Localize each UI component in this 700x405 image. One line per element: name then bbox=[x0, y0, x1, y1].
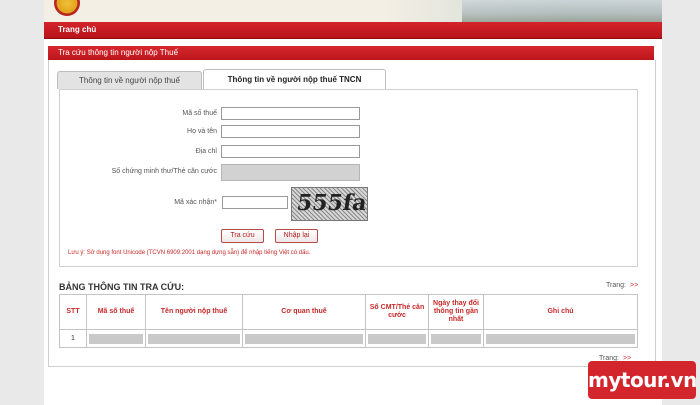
cell-tax-office bbox=[242, 329, 366, 348]
col-notes: Ghi chú bbox=[483, 294, 638, 330]
col-tax-code: Mã số thuế bbox=[86, 294, 146, 330]
col-tax-office: Cơ quan thuế bbox=[242, 294, 366, 330]
col-id-number: Số CMT/Thẻ căn cước bbox=[365, 294, 429, 330]
redacted-bar bbox=[368, 333, 426, 344]
results-title: BẢNG THÔNG TIN TRA CỨU: bbox=[59, 282, 185, 292]
cell-last-changed bbox=[428, 329, 484, 348]
cell-id-number bbox=[365, 329, 429, 348]
search-button[interactable]: Tra cứu bbox=[221, 229, 264, 243]
banner-scenery bbox=[462, 0, 662, 22]
next-page-link[interactable]: >> bbox=[630, 282, 638, 289]
col-stt: STT bbox=[59, 294, 87, 330]
unicode-note: Lưu ý: Sử dụng font Unicode (TCVN 6909:2… bbox=[68, 250, 311, 256]
header-banner bbox=[44, 0, 662, 22]
col-last-changed: Ngày thay đổi thông tin gần nhất bbox=[428, 294, 484, 330]
cell-stt: 1 bbox=[59, 329, 87, 348]
id-number-input[interactable] bbox=[221, 164, 360, 181]
address-label: Địa chỉ bbox=[195, 148, 217, 155]
cell-taxpayer-name bbox=[145, 329, 243, 348]
page-label: Trang: bbox=[606, 282, 626, 289]
table-header-row: STT Mã số thuế Tên người nộp thuế Cơ qua… bbox=[59, 294, 638, 330]
tab-taxpayer-info[interactable]: Thông tin về người nộp thuế bbox=[57, 71, 202, 89]
captcha-input[interactable] bbox=[222, 196, 288, 209]
section-title: Tra cứu thông tin người nộp Thuế bbox=[58, 48, 179, 57]
reset-button[interactable]: Nhập lại bbox=[275, 229, 318, 243]
redacted-bar bbox=[245, 333, 363, 344]
pager-top: Trang: >> bbox=[606, 282, 638, 289]
top-nav: Trang chủ bbox=[44, 22, 662, 39]
captcha-text: 555fa bbox=[295, 190, 368, 216]
redacted-bar bbox=[431, 333, 481, 344]
emblem-logo bbox=[54, 0, 80, 16]
address-input[interactable] bbox=[221, 145, 360, 158]
redacted-bar bbox=[148, 333, 240, 344]
redacted-bar bbox=[89, 333, 143, 344]
watermark-logo: mytour.vn bbox=[588, 361, 697, 399]
col-taxpayer-name: Tên người nộp thuế bbox=[145, 294, 243, 330]
name-label: Họ và tên bbox=[187, 128, 217, 135]
tab-personal-income-tax[interactable]: Thông tin về người nộp thuế TNCN bbox=[203, 69, 386, 90]
results-table: STT Mã số thuế Tên người nộp thuế Cơ qua… bbox=[59, 294, 638, 348]
table-row: 1 bbox=[59, 329, 638, 348]
nav-home-link[interactable]: Trang chủ bbox=[58, 25, 96, 34]
redacted-bar bbox=[486, 333, 635, 344]
tax-code-input[interactable] bbox=[221, 107, 360, 120]
section-header: Tra cứu thông tin người nộp Thuế bbox=[48, 46, 654, 60]
cell-notes bbox=[483, 329, 638, 348]
tax-code-label: Mã số thuế bbox=[182, 110, 217, 117]
captcha-image: 555fa bbox=[291, 187, 368, 221]
id-number-label: Số chứng minh thư/Thẻ căn cước bbox=[111, 168, 217, 175]
name-input[interactable] bbox=[221, 125, 360, 138]
captcha-label: Mã xác nhận* bbox=[174, 199, 217, 206]
cell-tax-code bbox=[86, 329, 146, 348]
